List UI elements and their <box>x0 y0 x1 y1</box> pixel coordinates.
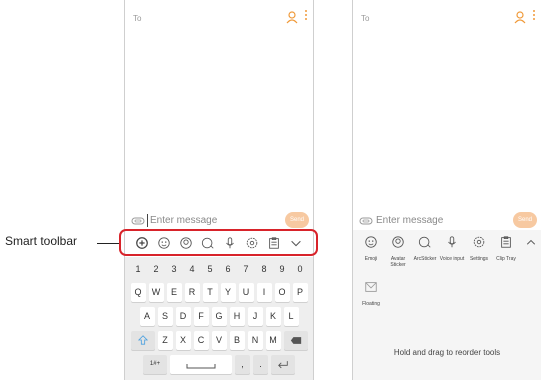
tool-clip-tray[interactable]: Clip Tray <box>492 235 520 262</box>
send-button[interactable]: Send <box>513 212 537 228</box>
key-i[interactable]: I <box>256 283 272 302</box>
to-label: To <box>133 14 142 23</box>
symbols-key[interactable]: 1#+ <box>143 355 167 374</box>
letter-row-3: Z X C V B N M <box>128 331 310 351</box>
key-q[interactable]: Q <box>130 283 146 302</box>
floating-icon <box>365 282 377 292</box>
backspace-icon <box>290 337 301 344</box>
left-phone-screen: To Enter message Send 1 2 3 4 5 6 7 8 9 … <box>124 0 314 380</box>
key-1[interactable]: 1 <box>131 260 146 279</box>
more-options-icon[interactable] <box>304 9 308 23</box>
message-input[interactable]: Enter message <box>150 213 217 228</box>
key-p[interactable]: P <box>292 283 308 302</box>
key-3[interactable]: 3 <box>167 260 182 279</box>
callout-leader-line <box>97 243 121 244</box>
key-a[interactable]: A <box>139 307 155 326</box>
key-8[interactable]: 8 <box>257 260 272 279</box>
tool-arcsticker[interactable]: ArcSticker <box>411 235 439 262</box>
key-7[interactable]: 7 <box>239 260 254 279</box>
number-row: 1 2 3 4 5 6 7 8 9 0 <box>128 260 310 280</box>
tool-avatar-sticker[interactable]: Avatar Sticker <box>384 235 412 268</box>
key-w[interactable]: W <box>148 283 164 302</box>
tool-settings[interactable]: Settings <box>465 235 493 262</box>
key-0[interactable]: 0 <box>293 260 308 279</box>
key-9[interactable]: 9 <box>275 260 290 279</box>
key-b[interactable]: B <box>229 331 245 350</box>
tool-label: Clip Tray <box>496 256 516 262</box>
key-e[interactable]: E <box>166 283 182 302</box>
tool-emoji[interactable]: Emoji <box>357 235 385 262</box>
key-2[interactable]: 2 <box>149 260 164 279</box>
key-m[interactable]: M <box>265 331 281 350</box>
key-f[interactable]: F <box>193 307 209 326</box>
space-bar-icon <box>186 364 216 369</box>
letter-row-1: Q W E R T Y U I O P <box>128 283 310 303</box>
key-r[interactable]: R <box>184 283 200 302</box>
message-composer: Enter message Send <box>125 211 313 231</box>
tool-label: ArcSticker <box>413 256 437 262</box>
key-h[interactable]: H <box>229 307 245 326</box>
reorder-hint: Hold and drag to reorder tools <box>393 348 501 357</box>
recipient-bar: To <box>353 0 541 30</box>
voice-input-icon <box>448 236 456 248</box>
tool-floating[interactable]: Floating <box>357 280 385 307</box>
keyboard: 1 2 3 4 5 6 7 8 9 0 Q W E R T Y U I O P … <box>125 257 313 380</box>
to-label: To <box>361 14 370 23</box>
tool-label: Voice input <box>439 256 465 262</box>
smart-toolbar-callout-label: Smart toolbar <box>5 234 78 248</box>
letter-row-2: A S D F G H J K L <box>128 307 310 327</box>
enter-key[interactable] <box>271 355 295 374</box>
send-button[interactable]: Send <box>285 212 309 228</box>
key-n[interactable]: N <box>247 331 263 350</box>
contact-icon[interactable] <box>513 10 527 24</box>
key-k[interactable]: K <box>265 307 281 326</box>
text-cursor <box>147 214 148 227</box>
key-o[interactable]: O <box>274 283 290 302</box>
key-d[interactable]: D <box>175 307 191 326</box>
more-options-icon[interactable] <box>532 9 536 23</box>
key-t[interactable]: T <box>202 283 218 302</box>
recipient-bar: To <box>125 0 313 30</box>
key-s[interactable]: S <box>157 307 173 326</box>
key-j[interactable]: J <box>247 307 263 326</box>
key-x[interactable]: X <box>175 331 191 350</box>
comma-key[interactable]: , <box>235 355 250 374</box>
ar-sticker-icon <box>418 236 431 248</box>
key-5[interactable]: 5 <box>203 260 218 279</box>
key-u[interactable]: U <box>238 283 254 302</box>
period-key[interactable]: . <box>253 355 268 374</box>
key-z[interactable]: Z <box>157 331 173 350</box>
tool-label: Floating <box>362 301 380 307</box>
key-v[interactable]: V <box>211 331 227 350</box>
contact-icon[interactable] <box>285 10 299 24</box>
emoji-icon <box>365 236 377 248</box>
attach-icon[interactable] <box>359 214 373 228</box>
tool-voice-input[interactable]: Voice input <box>438 235 466 262</box>
key-y[interactable]: Y <box>220 283 236 302</box>
right-phone-screen: To Enter message Send Emoji Avatar Stick… <box>352 0 541 380</box>
clip-tray-icon <box>501 236 511 248</box>
tool-label: Emoji <box>364 256 378 262</box>
expand-chevron-icon[interactable] <box>525 236 537 248</box>
key-6[interactable]: 6 <box>221 260 236 279</box>
tool-label: Avatar Sticker <box>390 256 406 268</box>
shift-key[interactable] <box>130 331 155 350</box>
tool-label: Settings <box>469 256 489 262</box>
key-l[interactable]: L <box>283 307 299 326</box>
toolbar-tools-panel: Emoji Avatar Sticker ArcSticker Voice in… <box>353 230 541 380</box>
shift-icon <box>137 335 148 345</box>
smart-toolbar-highlight <box>119 229 318 256</box>
space-key[interactable] <box>170 355 232 374</box>
avatar-sticker-icon <box>392 236 404 248</box>
message-composer: Enter message Send <box>353 211 541 231</box>
bottom-row: 1#+ , . <box>128 355 310 375</box>
backspace-key[interactable] <box>283 331 308 350</box>
key-g[interactable]: G <box>211 307 227 326</box>
enter-icon <box>278 361 288 369</box>
message-input[interactable]: Enter message <box>376 213 443 228</box>
attach-icon[interactable] <box>131 214 145 228</box>
settings-icon <box>473 236 485 248</box>
key-4[interactable]: 4 <box>185 260 200 279</box>
key-c[interactable]: C <box>193 331 209 350</box>
